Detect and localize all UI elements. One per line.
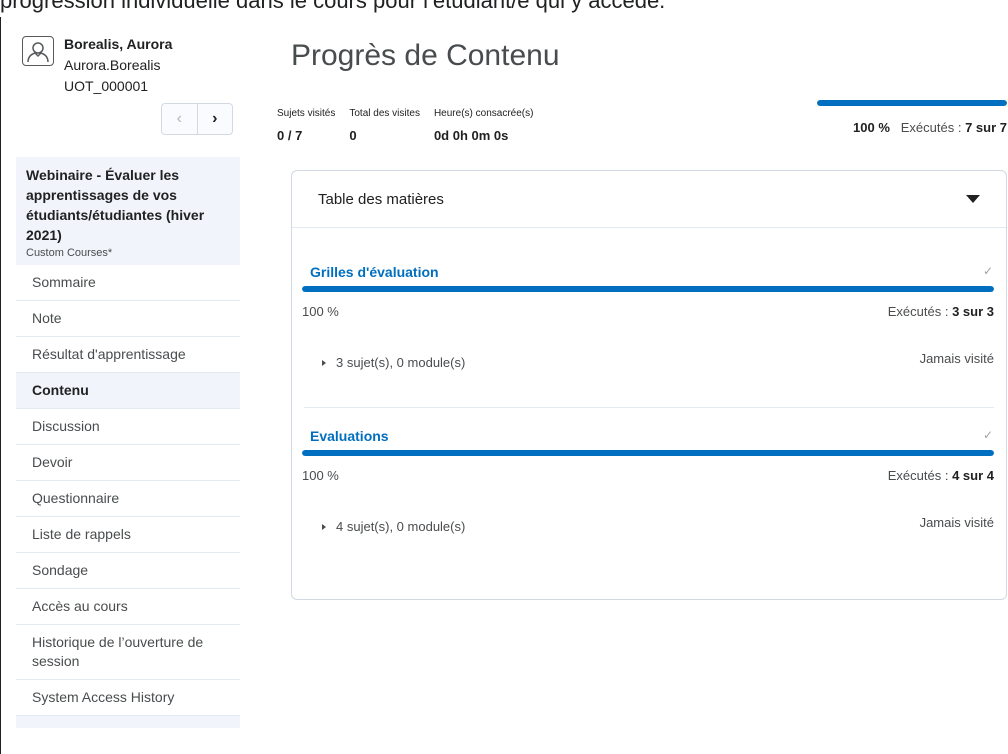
module-evaluations: ✓ Evaluations 100 % Exécutés : 4 sur 4 4… [292, 408, 1006, 534]
user-name: Borealis, Aurora [64, 36, 173, 52]
visit-status: Jamais visité [919, 351, 994, 366]
topics-toggle[interactable]: 3 sujet(s), 0 module(s) [310, 355, 465, 370]
module-progress-fill [302, 450, 994, 456]
topics-summary: 4 sujet(s), 0 module(s) [336, 519, 466, 534]
user-avatar-icon [22, 36, 54, 66]
stat-topics-visited: Sujets visités 0 / 7 [277, 108, 335, 143]
toc-title: Table des matières [318, 190, 444, 208]
sidebar-nav: Sommaire Note Résultat d'apprentissage C… [16, 265, 240, 716]
user-login: Aurora.Borealis [64, 57, 161, 73]
module-completed: Exécutés : 3 sur 3 [888, 304, 994, 319]
sidebar: Borealis, Aurora Aurora.Borealis UOT_000… [16, 30, 240, 754]
stat-label: Total des visites [349, 108, 420, 119]
course-header: Webinaire - Évaluer les apprentissages d… [16, 157, 240, 265]
page-caption: progression individuelle dans le cours p… [0, 0, 666, 13]
stat-value: 0 / 7 [277, 128, 303, 143]
checkmark-icon: ✓ [982, 428, 993, 442]
stat-label: Heure(s) consacrée(s) [433, 108, 534, 119]
sidebar-item-discussion[interactable]: Discussion [16, 409, 240, 445]
frame-border [0, 17, 1, 754]
next-user-button[interactable]: › [198, 104, 233, 134]
user-pager: ‹ › [161, 103, 233, 135]
module-progress-fill [302, 286, 994, 292]
caret-down-icon[interactable] [966, 195, 980, 203]
module-percent: 100 % [302, 304, 339, 319]
overall-completed-prefix: Exécutés : [900, 120, 966, 135]
sidebar-next-item [16, 716, 240, 728]
stats: Sujets visités 0 / 7 Total des visites 0… [277, 108, 533, 143]
main-content: Progrès de Contenu Sujets visités 0 / 7 … [277, 30, 1008, 600]
sidebar-item-historique-session[interactable]: Historique de l’ouverture de session [16, 625, 240, 680]
stat-value: 0 [349, 128, 357, 143]
overall-progress-fill [817, 100, 1007, 106]
chevron-right-icon: › [212, 110, 218, 127]
visit-status: Jamais visité [919, 515, 994, 530]
course-subtitle: Custom Courses* [26, 247, 113, 259]
sidebar-item-devoir[interactable]: Devoir [16, 445, 240, 481]
module-completed-prefix: Exécutés : [887, 468, 953, 483]
sidebar-item-sondage[interactable]: Sondage [16, 553, 240, 589]
previous-user-button[interactable]: ‹ [162, 104, 198, 134]
chevron-left-icon: ‹ [176, 110, 182, 127]
expand-triangle-icon [322, 359, 326, 366]
sidebar-item-contenu[interactable]: Contenu [16, 373, 240, 409]
user-info: Borealis, Aurora Aurora.Borealis UOT_000… [16, 30, 240, 150]
stat-time-spent: Heure(s) consacrée(s) 0d 0h 0m 0s [434, 108, 533, 143]
module-percent: 100 % [302, 468, 339, 483]
module-topics-row: 3 sujet(s), 0 module(s) Jamais visité [310, 351, 994, 370]
module-progress-bar [302, 450, 994, 456]
sidebar-item-questionnaire[interactable]: Questionnaire [16, 481, 240, 517]
sidebar-item-sommaire[interactable]: Sommaire [16, 265, 240, 301]
sidebar-item-liste-rappels[interactable]: Liste de rappels [16, 517, 240, 553]
page-title: Progrès de Contenu [291, 39, 560, 72]
overall-progress-bar [817, 100, 1007, 106]
module-title-link[interactable]: Grilles d'évaluation [310, 264, 994, 280]
module-completed-value: 3 sur 3 [952, 304, 994, 319]
module-completed-value: 4 sur 4 [952, 468, 994, 483]
overall-progress: 100 % Exécutés : 7 sur 7 [817, 100, 1007, 135]
overall-percent: 100 % [853, 120, 890, 135]
toc-header[interactable]: Table des matières [292, 171, 1006, 228]
sidebar-item-resultat-apprentissage[interactable]: Résultat d'apprentissage [16, 337, 240, 373]
overall-completed-value: 7 sur 7 [965, 120, 1007, 135]
expand-triangle-icon [322, 523, 326, 530]
module-title-link[interactable]: Evaluations [310, 428, 994, 444]
user-id: UOT_000001 [64, 78, 149, 94]
module-grilles-evaluation: ✓ Grilles d'évaluation 100 % Exécutés : … [292, 228, 1006, 407]
module-completed: Exécutés : 4 sur 4 [888, 468, 994, 483]
stat-label: Sujets visités [277, 108, 336, 119]
module-progress-row: 100 % Exécutés : 3 sur 3 [302, 304, 994, 319]
sidebar-item-system-access-history[interactable]: System Access History [16, 680, 240, 716]
topics-summary: 3 sujet(s), 0 module(s) [336, 355, 466, 370]
module-progress-row: 100 % Exécutés : 4 sur 4 [302, 468, 994, 483]
sidebar-item-acces-cours[interactable]: Accès au cours [16, 589, 240, 625]
module-topics-row: 4 sujet(s), 0 module(s) Jamais visité [310, 515, 994, 534]
checkmark-icon: ✓ [982, 264, 993, 278]
stat-total-visits: Total des visites 0 [349, 108, 420, 143]
overall-progress-text: 100 % Exécutés : 7 sur 7 [817, 120, 1007, 135]
table-of-contents: Table des matières ✓ Grilles d'évaluatio… [291, 170, 1007, 600]
sidebar-item-note[interactable]: Note [16, 301, 240, 337]
topics-toggle[interactable]: 4 sujet(s), 0 module(s) [310, 519, 465, 534]
module-completed-prefix: Exécutés : [887, 304, 953, 319]
module-progress-bar [302, 286, 994, 292]
stat-value: 0d 0h 0m 0s [433, 128, 509, 143]
course-title: Webinaire - Évaluer les apprentissages d… [26, 167, 205, 243]
